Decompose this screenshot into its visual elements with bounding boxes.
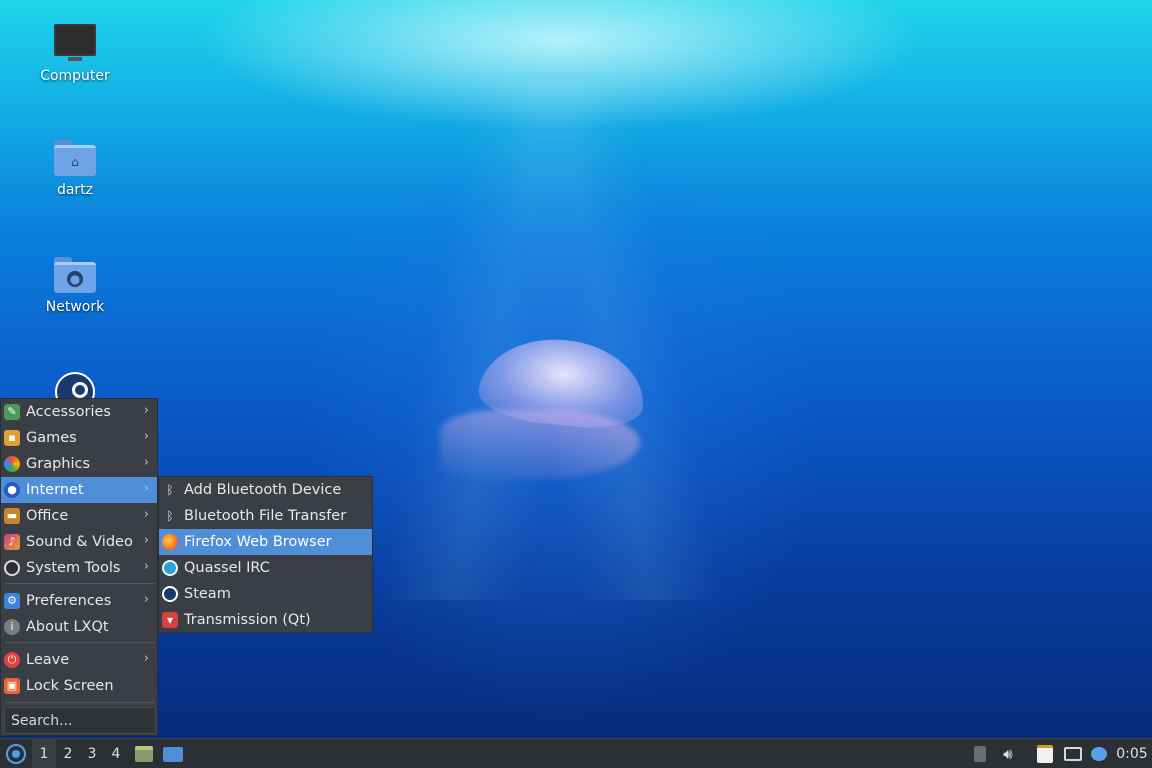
menu-item-label: Leave — [26, 652, 70, 668]
menu-item-label: Graphics — [26, 456, 91, 472]
bluetooth-icon: ᛒ — [166, 483, 174, 497]
chevron-right-icon: › — [143, 455, 149, 470]
menu-item-label: System Tools — [26, 560, 121, 576]
menu-item-label: Sound & Video — [26, 534, 133, 550]
bluetooth-icon: ᛒ — [166, 509, 174, 523]
workspace-4[interactable]: 4 — [104, 739, 128, 768]
firefox-icon — [162, 534, 178, 550]
menu-item-office[interactable]: ▬ Office › — [1, 503, 157, 529]
menu-item-label: Office — [26, 508, 69, 524]
taskbar: 1 2 3 4 🔊︎ 0:05 — [0, 738, 1152, 768]
desktop-icon-label: Computer — [40, 68, 110, 84]
menu-item-label: Games — [26, 430, 77, 446]
menu-item-internet[interactable]: ● Internet › — [1, 477, 157, 503]
clipboard-icon — [1037, 745, 1053, 763]
notification-icon — [1091, 747, 1107, 761]
file-manager-icon — [135, 746, 153, 762]
games-icon: ▪ — [4, 430, 20, 446]
wallpaper-jellyfish — [430, 331, 670, 500]
desktop-icon-label: dartz — [56, 182, 94, 198]
menu-separator — [5, 583, 155, 584]
preferences-icon: ⚙ — [4, 593, 20, 609]
start-menu-button[interactable] — [2, 739, 30, 768]
menu-item-graphics[interactable]: Graphics › — [1, 451, 157, 477]
menu-item-about[interactable]: i About LXQt — [1, 614, 157, 640]
tray-updates[interactable] — [969, 739, 991, 768]
clock[interactable]: 0:05 — [1114, 739, 1150, 768]
chevron-right-icon: › — [143, 403, 149, 418]
menu-item-label: Accessories — [26, 404, 111, 420]
chevron-right-icon: › — [143, 559, 149, 574]
submenu-item-label: Bluetooth File Transfer — [184, 508, 347, 524]
chevron-right-icon: › — [143, 429, 149, 444]
submenu-item-add-bluetooth-device[interactable]: ᛒ Add Bluetooth Device — [159, 477, 372, 503]
desktop-icon-network[interactable]: ● Network — [20, 257, 130, 315]
tray-volume[interactable]: 🔊︎ — [997, 739, 1019, 768]
menu-item-label: Internet — [26, 482, 84, 498]
menu-item-accessories[interactable]: ✎ Accessories › — [1, 399, 157, 425]
workspace-3[interactable]: 3 — [80, 739, 104, 768]
submenu-item-firefox[interactable]: Firefox Web Browser — [159, 529, 372, 555]
accessories-icon: ✎ — [4, 404, 20, 420]
show-desktop-button[interactable] — [162, 739, 184, 768]
submenu-item-quassel-irc[interactable]: Quassel IRC — [159, 555, 372, 581]
updates-icon — [974, 746, 986, 762]
chevron-right-icon: › — [143, 507, 149, 522]
network-folder-icon: ● — [54, 257, 96, 293]
desktop-icon-home[interactable]: ⌂ dartz — [20, 140, 130, 198]
submenu-item-label: Transmission (Qt) — [184, 612, 311, 628]
menu-search-input[interactable] — [4, 707, 156, 734]
file-manager-launcher[interactable] — [133, 739, 155, 768]
menu-item-label: About LXQt — [26, 619, 109, 635]
system-tools-icon — [4, 560, 20, 576]
volume-icon: 🔊︎ — [1003, 745, 1013, 763]
office-icon: ▬ — [4, 508, 20, 524]
power-icon: ⏻ — [4, 652, 20, 668]
show-desktop-icon — [163, 746, 183, 762]
menu-item-games[interactable]: ▪ Games › — [1, 425, 157, 451]
menu-item-sound-video[interactable]: ♪ Sound & Video › — [1, 529, 157, 555]
info-icon: i — [4, 619, 20, 635]
submenu-item-label: Quassel IRC — [184, 560, 270, 576]
chevron-right-icon: › — [143, 592, 149, 607]
tray-notifications[interactable] — [1088, 739, 1110, 768]
sound-video-icon: ♪ — [4, 534, 20, 550]
menu-item-label: Lock Screen — [26, 678, 114, 694]
menu-separator — [5, 642, 155, 643]
home-folder-icon: ⌂ — [54, 140, 96, 176]
desktop-icon-computer[interactable]: Computer — [20, 24, 130, 84]
graphics-icon — [4, 456, 20, 472]
steam-icon — [162, 586, 178, 602]
menu-separator — [5, 702, 155, 703]
submenu-item-label: Add Bluetooth Device — [184, 482, 342, 498]
computer-icon — [54, 24, 96, 61]
submenu-item-bluetooth-file-transfer[interactable]: ᛒ Bluetooth File Transfer — [159, 503, 372, 529]
chevron-right-icon: › — [143, 651, 149, 666]
menu-item-system-tools[interactable]: System Tools › — [1, 555, 157, 581]
chevron-right-icon: › — [143, 533, 149, 548]
menu-item-leave[interactable]: ⏻ Leave › — [1, 647, 157, 673]
tray-clipboard[interactable] — [1034, 739, 1056, 768]
network-icon — [1064, 747, 1082, 761]
desktop-icon-label: Network — [45, 299, 105, 315]
internet-submenu: ᛒ Add Bluetooth Device ᛒ Bluetooth File … — [158, 476, 373, 633]
menu-item-preferences[interactable]: ⚙ Preferences › — [1, 588, 157, 614]
submenu-item-steam[interactable]: Steam — [159, 581, 372, 607]
submenu-item-label: Firefox Web Browser — [184, 534, 332, 550]
chevron-right-icon: › — [143, 481, 149, 496]
tray-network[interactable] — [1062, 739, 1084, 768]
transmission-icon: ▾ — [162, 612, 178, 628]
submenu-item-label: Steam — [184, 586, 231, 602]
quassel-icon — [162, 560, 178, 576]
lxqt-logo-icon — [6, 744, 26, 764]
lock-icon: ▣ — [4, 678, 20, 694]
application-menu: ✎ Accessories › ▪ Games › Graphics › ● I… — [0, 398, 158, 736]
menu-item-lock-screen[interactable]: ▣ Lock Screen — [1, 673, 157, 699]
menu-item-label: Preferences — [26, 593, 112, 609]
internet-icon: ● — [4, 482, 20, 498]
submenu-item-transmission[interactable]: ▾ Transmission (Qt) — [159, 607, 372, 633]
workspace-2[interactable]: 2 — [56, 739, 80, 768]
workspace-1[interactable]: 1 — [32, 739, 56, 768]
